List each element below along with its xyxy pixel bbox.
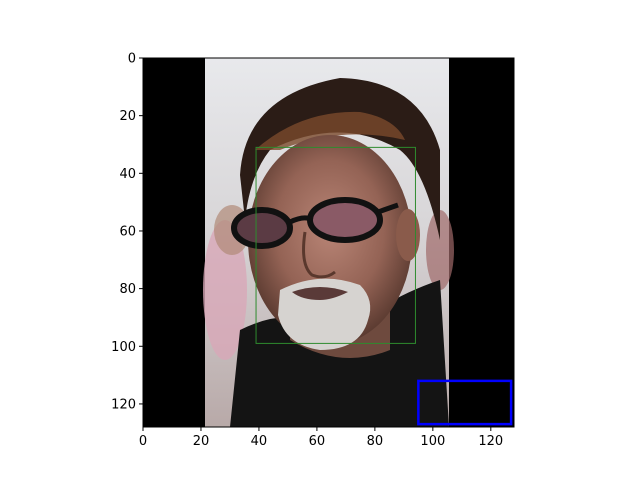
y-axis: 0 20 40 60 80 100 120: [111, 52, 143, 412]
y-tick-label: 40: [119, 167, 136, 182]
y-tick-label: 60: [119, 224, 136, 239]
y-tick-label: 120: [111, 397, 136, 412]
right-black-padding: [449, 58, 514, 427]
y-tick-label: 0: [128, 52, 136, 67]
image-area: [143, 58, 514, 427]
x-tick-label: 120: [478, 434, 503, 449]
x-tick-label: 40: [251, 434, 268, 449]
y-tick-label: 20: [119, 109, 136, 124]
x-tick-label: 80: [367, 434, 384, 449]
x-tick-label: 100: [420, 434, 445, 449]
x-tick-label: 0: [139, 434, 147, 449]
x-axis: 0 20 40 60 80 100 120: [139, 427, 503, 449]
y-tick-label: 100: [111, 340, 136, 355]
left-black-padding: [143, 58, 205, 427]
x-tick-label: 60: [309, 434, 326, 449]
figure-canvas: 0 20 40 60 80 100 120 0 20 40 60 80 100 120: [111, 52, 515, 449]
x-tick-label: 20: [193, 434, 210, 449]
y-tick-label: 80: [119, 282, 136, 297]
portrait-photo-icon: [203, 58, 454, 427]
